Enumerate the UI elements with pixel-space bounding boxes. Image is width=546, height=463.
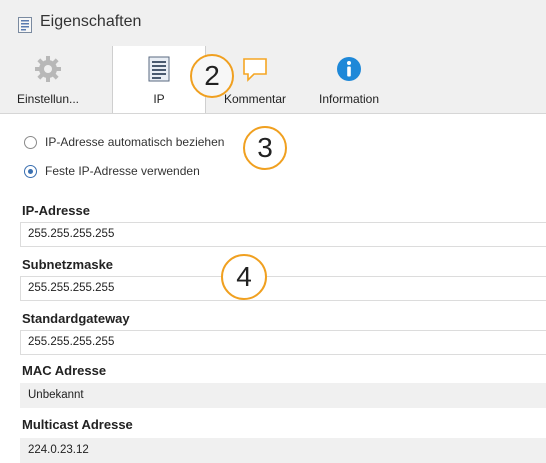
tab-label: IP [153, 92, 165, 106]
radio-auto-ip[interactable]: IP-Adresse automatisch beziehen [24, 132, 224, 152]
mac-address-value: Unbekannt [20, 383, 546, 408]
title-bar: Eigenschaften [0, 0, 546, 47]
gear-icon [35, 56, 61, 82]
tab-label: Information [318, 92, 380, 106]
callout-marker-4: 4 [221, 254, 267, 300]
callout-marker-3: 3 [243, 126, 287, 170]
tab-bar: Einstellun... IP Kommentar Information [0, 46, 546, 114]
ip-settings-panel: IP-Adresse automatisch beziehen Feste IP… [0, 114, 546, 463]
multicast-address-value: 224.0.23.12 [20, 438, 546, 463]
properties-icon [18, 17, 32, 33]
window-title: Eigenschaften [40, 13, 142, 30]
callout-marker-2: 2 [190, 54, 234, 98]
ip-address-input[interactable]: 255.255.255.255 [20, 222, 546, 247]
mac-address-label: MAC Adresse [22, 363, 107, 378]
ip-address-label: IP-Adresse [22, 203, 90, 218]
radio-label: Feste IP-Adresse verwenden [45, 164, 200, 178]
tab-einstellungen[interactable]: Einstellun... [0, 46, 96, 112]
radio-button[interactable] [24, 164, 37, 178]
tab-label: Einstellun... [16, 92, 80, 106]
tab-information[interactable]: Information [306, 46, 392, 112]
comment-icon [243, 58, 267, 82]
default-gateway-input[interactable]: 255.255.255.255 [20, 330, 546, 355]
default-gateway-label: Standardgateway [22, 311, 130, 326]
radio-static-ip[interactable]: Feste IP-Adresse verwenden [24, 161, 200, 181]
radio-label: IP-Adresse automatisch beziehen [45, 135, 225, 149]
subnet-mask-label: Subnetzmaske [22, 257, 114, 272]
multicast-address-label: Multicast Adresse [22, 417, 133, 432]
network-list-icon [148, 56, 170, 82]
subnet-mask-input[interactable]: 255.255.255.255 [20, 276, 546, 301]
info-icon [337, 57, 361, 81]
radio-button[interactable] [24, 135, 37, 149]
